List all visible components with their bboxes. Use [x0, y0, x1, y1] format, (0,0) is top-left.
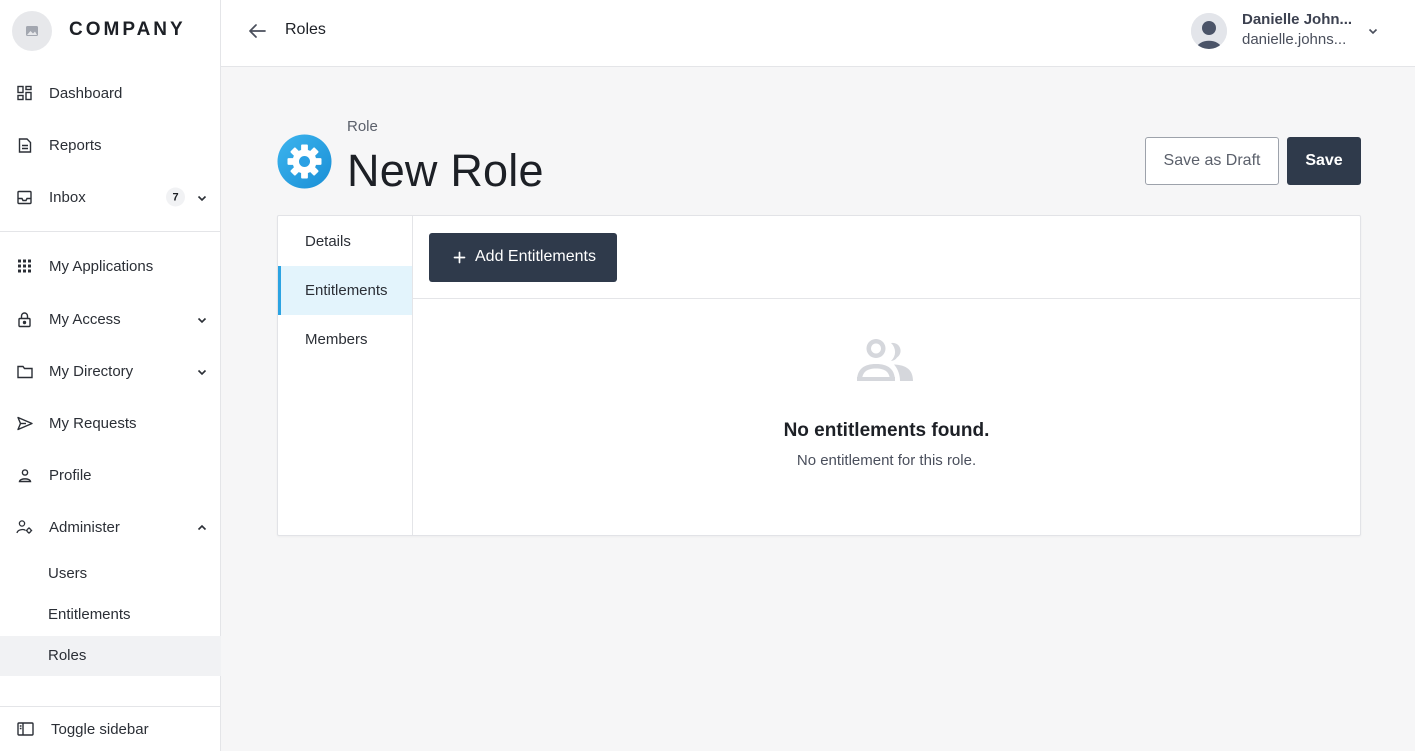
empty-state: No entitlements found. No entitlement fo… — [413, 300, 1360, 535]
sidebar-subitem-label: Roles — [48, 647, 87, 664]
tab-members[interactable]: Members — [278, 315, 412, 364]
sidebar-item-label: Administer — [49, 518, 120, 536]
sidebar-subitem-label: Users — [48, 565, 88, 582]
brand: COMPANY — [0, 0, 221, 62]
back-arrow-icon[interactable] — [245, 20, 269, 42]
empty-state-subtitle: No entitlement for this role. — [796, 452, 977, 469]
send-icon — [16, 415, 33, 432]
sidebar-item-label: Inbox — [49, 188, 86, 206]
add-entitlements-label: Add Entitlements — [475, 248, 596, 265]
sidebar-item-my-directory[interactable]: My Directory — [0, 349, 221, 393]
toggle-sidebar-button[interactable]: Toggle sidebar — [0, 706, 221, 751]
sidebar-divider — [0, 231, 221, 232]
sidebar-item-label: Reports — [49, 136, 102, 154]
save-button[interactable]: Save — [1287, 137, 1361, 185]
role-tabs: Details Entitlements Members — [278, 216, 413, 535]
tab-details[interactable]: Details — [278, 217, 412, 266]
sidebar-subitem-roles[interactable]: Roles — [0, 636, 221, 676]
sidebar-item-label: My Access — [49, 310, 121, 328]
inbox-count-badge: 7 — [166, 187, 185, 207]
tab-entitlements[interactable]: Entitlements — [278, 266, 412, 315]
tab-label: Entitlements — [305, 282, 388, 299]
empty-state-title: No entitlements found. — [783, 420, 990, 441]
avatar — [1191, 13, 1227, 49]
lock-icon — [16, 311, 33, 328]
sidebar-item-my-access[interactable]: My Access — [0, 297, 221, 341]
sidebar-item-label: My Directory — [49, 362, 134, 380]
sidebar-item-inbox[interactable]: Inbox 7 — [0, 175, 221, 219]
sidebar-item-my-applications[interactable]: My Applications — [0, 244, 221, 288]
chevron-down-icon[interactable] — [196, 313, 208, 325]
add-entitlements-button[interactable]: Add Entitlements — [429, 233, 617, 282]
user-icon — [16, 467, 33, 484]
sidebar-item-label: Profile — [49, 466, 92, 484]
top-bar: Roles Danielle John... danielle.johns... — [221, 0, 1415, 67]
tab-label: Members — [305, 331, 368, 348]
chevron-up-icon[interactable] — [196, 521, 208, 533]
folder-icon — [16, 363, 33, 380]
sidebar-subitem-users[interactable]: Users — [0, 554, 221, 594]
save-as-draft-button[interactable]: Save as Draft — [1145, 137, 1279, 185]
sidebar: COMPANY Dashboard Reports Inbox 7 My App… — [0, 0, 221, 751]
chevron-down-icon[interactable] — [196, 365, 208, 377]
breadcrumb[interactable]: Roles — [285, 21, 326, 39]
sidebar-item-label: My Applications — [49, 257, 154, 275]
dashboard-icon — [16, 85, 33, 102]
grid-icon — [16, 258, 33, 275]
sidebar-item-profile[interactable]: Profile — [0, 453, 221, 497]
sidebar-item-administer[interactable]: Administer — [0, 505, 221, 549]
chevron-down-icon[interactable] — [1367, 24, 1379, 36]
role-card: Details Entitlements Members Add Entitle… — [277, 215, 1361, 536]
page-eyebrow: Role — [347, 118, 378, 135]
image-icon — [12, 11, 52, 51]
users-icon — [854, 337, 916, 383]
inbox-icon — [16, 189, 33, 206]
document-icon — [16, 137, 33, 154]
sidebar-subitem-label: Entitlements — [48, 606, 131, 623]
user-settings-icon — [16, 519, 33, 536]
user-email: danielle.johns... — [1242, 31, 1347, 48]
page-title: New Role — [347, 145, 544, 196]
chevron-down-icon[interactable] — [196, 191, 208, 203]
gear-icon — [277, 134, 332, 189]
toggle-sidebar-label: Toggle sidebar — [51, 721, 149, 738]
sidebar-item-label: My Requests — [49, 414, 137, 432]
entitlements-toolbar: Add Entitlements — [413, 216, 1360, 299]
user-name: Danielle John... — [1242, 11, 1353, 28]
sidebar-subitem-entitlements[interactable]: Entitlements — [0, 595, 221, 635]
sidebar-item-dashboard[interactable]: Dashboard — [0, 71, 221, 115]
sidebar-item-reports[interactable]: Reports — [0, 123, 221, 167]
tab-label: Details — [305, 233, 351, 250]
sidebar-toggle-icon — [17, 722, 34, 739]
sidebar-item-label: Dashboard — [49, 84, 123, 102]
sidebar-item-my-requests[interactable]: My Requests — [0, 401, 221, 445]
brand-name: COMPANY — [69, 19, 186, 40]
plus-icon — [453, 251, 466, 264]
user-menu[interactable]: Danielle John... danielle.johns... — [1191, 10, 1401, 54]
